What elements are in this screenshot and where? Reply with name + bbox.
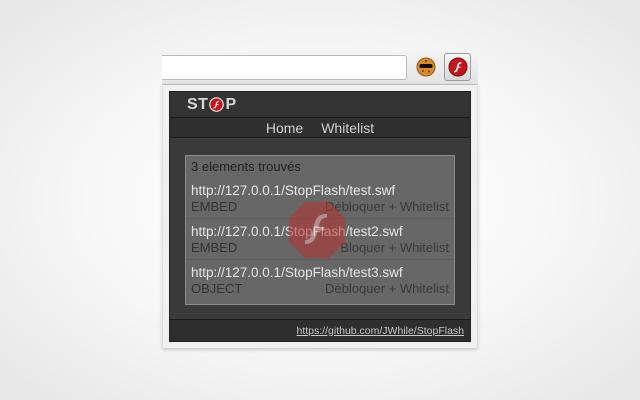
elements-count: 3 elements trouvés: [186, 156, 454, 178]
logo-text-left: ST: [187, 95, 209, 113]
stop-flash-extension-button[interactable]: [444, 53, 471, 81]
cookie-icon[interactable]: [416, 57, 436, 77]
item-whitelist-button[interactable]: + Whitelist: [389, 199, 449, 214]
item-url: http://127.0.0.1/StopFlash/test3.swf: [191, 265, 403, 280]
item-whitelist-button[interactable]: + Whitelist: [389, 240, 449, 255]
item-type: OBJECT: [191, 281, 243, 296]
github-link[interactable]: https://github.com/JWhile/StopFlash: [297, 325, 465, 337]
list-item: http://127.0.0.1/StopFlash/test3.swf OBJ…: [186, 260, 454, 301]
flash-watermark-icon: [289, 202, 345, 258]
address-bar[interactable]: [162, 55, 407, 80]
popup-nav: Home Whitelist: [170, 118, 470, 138]
popup-footer: https://github.com/JWhile/StopFlash: [170, 319, 470, 341]
popup-header: ST P: [170, 92, 470, 118]
popup-content: 3 elements trouvés http://127.0.0.1/Stop…: [170, 138, 470, 321]
item-toggle-button[interactable]: Débloquer: [325, 281, 385, 296]
item-type: EMBED: [191, 199, 238, 214]
stop-flash-icon: [209, 97, 225, 112]
item-type: EMBED: [191, 240, 238, 255]
flash-icon: [448, 57, 467, 77]
stop-flash-popup: ST P Home Whitelist 3 elements trouvés h…: [169, 91, 471, 342]
item-url: http://127.0.0.1/StopFlash/test.swf: [191, 183, 396, 198]
stop-flash-logo: ST P: [187, 96, 237, 114]
nav-home-link[interactable]: Home: [266, 120, 303, 136]
item-whitelist-button[interactable]: + Whitelist: [389, 281, 449, 296]
logo-text-right: P: [225, 95, 237, 113]
nav-whitelist-link[interactable]: Whitelist: [321, 120, 374, 136]
